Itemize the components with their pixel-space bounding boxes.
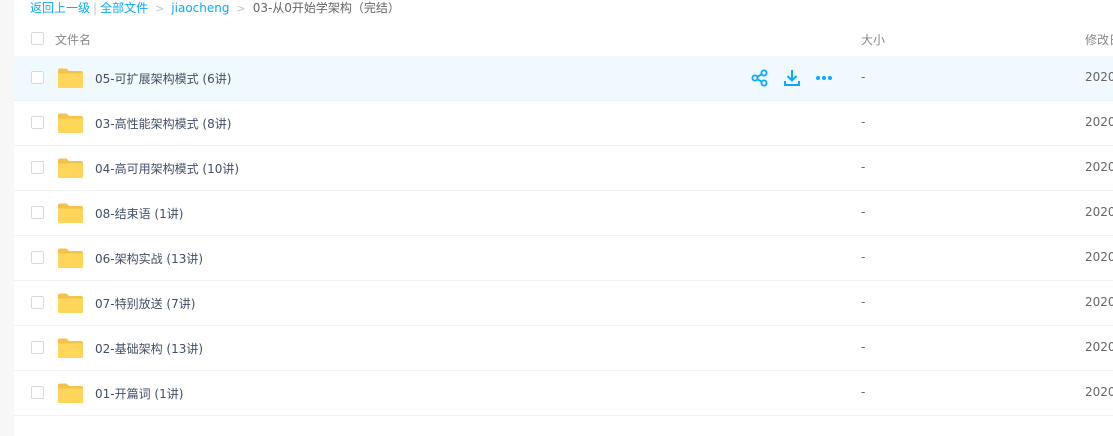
folder-link[interactable]: jiaocheng — [171, 1, 229, 15]
file-size: - — [861, 340, 866, 354]
row-checkbox[interactable] — [31, 71, 44, 84]
file-name[interactable]: 07-特别放送 (7讲) — [95, 295, 195, 312]
file-row[interactable]: 05-可扩展架构模式 (6讲) - 2020- — [14, 56, 1113, 101]
left-gutter — [0, 0, 14, 436]
file-name[interactable]: 03-高性能架构模式 (8讲) — [95, 115, 231, 132]
file-size: - — [861, 115, 866, 129]
file-name[interactable]: 05-可扩展架构模式 (6讲) — [95, 70, 231, 87]
file-size: - — [861, 70, 866, 84]
row-checkbox[interactable] — [31, 386, 44, 399]
file-row[interactable]: 06-架构实战 (13讲) - 2020- — [14, 236, 1113, 281]
file-row[interactable]: 02-基础架构 (13讲) - 2020- — [14, 326, 1113, 371]
file-name[interactable]: 01-开篇词 (1讲) — [95, 385, 183, 402]
select-all-checkbox[interactable] — [31, 32, 44, 45]
file-row[interactable]: 01-开篇词 (1讲) - 2020- — [14, 371, 1113, 416]
folder-icon[interactable] — [57, 67, 84, 89]
row-checkbox[interactable] — [31, 206, 44, 219]
file-mtime: 2020- — [1085, 70, 1113, 84]
breadcrumb-separator-icon: > — [236, 2, 246, 15]
file-mtime: 2020- — [1085, 295, 1113, 309]
file-size: - — [861, 205, 866, 219]
file-size: - — [861, 160, 866, 174]
breadcrumb: 返回上一级 | 全部文件 > jiaocheng >03-从0开始学架构（完结） — [30, 0, 400, 16]
row-checkbox[interactable] — [31, 296, 44, 309]
list-header: 文件名 大小 修改日 — [14, 22, 1113, 56]
file-list: 05-可扩展架构模式 (6讲) - 2020- 03-高性能架构模式 (8讲) - 202… — [14, 56, 1113, 416]
folder-icon[interactable] — [57, 202, 84, 224]
row-checkbox[interactable] — [31, 341, 44, 354]
file-mtime: 2020- — [1085, 250, 1113, 264]
current-folder: 03-从0开始学架构（完结） — [252, 1, 400, 15]
more-icon[interactable] — [814, 68, 834, 88]
file-row[interactable]: 08-结束语 (1讲) - 2020- — [14, 191, 1113, 236]
row-checkbox[interactable] — [31, 251, 44, 264]
breadcrumb-separator-icon: > — [155, 2, 165, 15]
file-name[interactable]: 02-基础架构 (13讲) — [95, 340, 203, 357]
all-files-link[interactable]: 全部文件 — [100, 1, 148, 15]
file-mtime: 2020- — [1085, 385, 1113, 399]
column-header-size[interactable]: 大小 — [861, 31, 885, 48]
folder-icon[interactable] — [57, 247, 84, 269]
file-mtime: 2020- — [1085, 205, 1113, 219]
file-name[interactable]: 08-结束语 (1讲) — [95, 205, 183, 222]
file-name[interactable]: 06-架构实战 (13讲) — [95, 250, 203, 267]
column-header-name[interactable]: 文件名 — [55, 31, 91, 48]
download-icon[interactable] — [782, 68, 802, 88]
folder-icon[interactable] — [57, 337, 84, 359]
row-checkbox[interactable] — [31, 161, 44, 174]
row-checkbox[interactable] — [31, 116, 44, 129]
folder-icon[interactable] — [57, 157, 84, 179]
file-browser: 返回上一级 | 全部文件 > jiaocheng >03-从0开始学架构（完结） 文件名 … — [0, 0, 1113, 436]
share-icon[interactable] — [750, 68, 770, 88]
file-size: - — [861, 250, 866, 264]
file-size: - — [861, 295, 866, 309]
back-link[interactable]: 返回上一级 — [30, 1, 90, 15]
folder-icon[interactable] — [57, 382, 84, 404]
file-row[interactable]: 04-高可用架构模式 (10讲) - 2020- — [14, 146, 1113, 191]
breadcrumb-divider: | — [93, 1, 98, 15]
column-header-mtime[interactable]: 修改日 — [1085, 31, 1113, 48]
file-mtime: 2020- — [1085, 160, 1113, 174]
file-row[interactable]: 03-高性能架构模式 (8讲) - 2020- — [14, 101, 1113, 146]
file-size: - — [861, 385, 866, 399]
file-mtime: 2020- — [1085, 340, 1113, 354]
folder-icon[interactable] — [57, 112, 84, 134]
file-mtime: 2020- — [1085, 115, 1113, 129]
file-row[interactable]: 07-特别放送 (7讲) - 2020- — [14, 281, 1113, 326]
folder-icon[interactable] — [57, 292, 84, 314]
file-name[interactable]: 04-高可用架构模式 (10讲) — [95, 160, 239, 177]
